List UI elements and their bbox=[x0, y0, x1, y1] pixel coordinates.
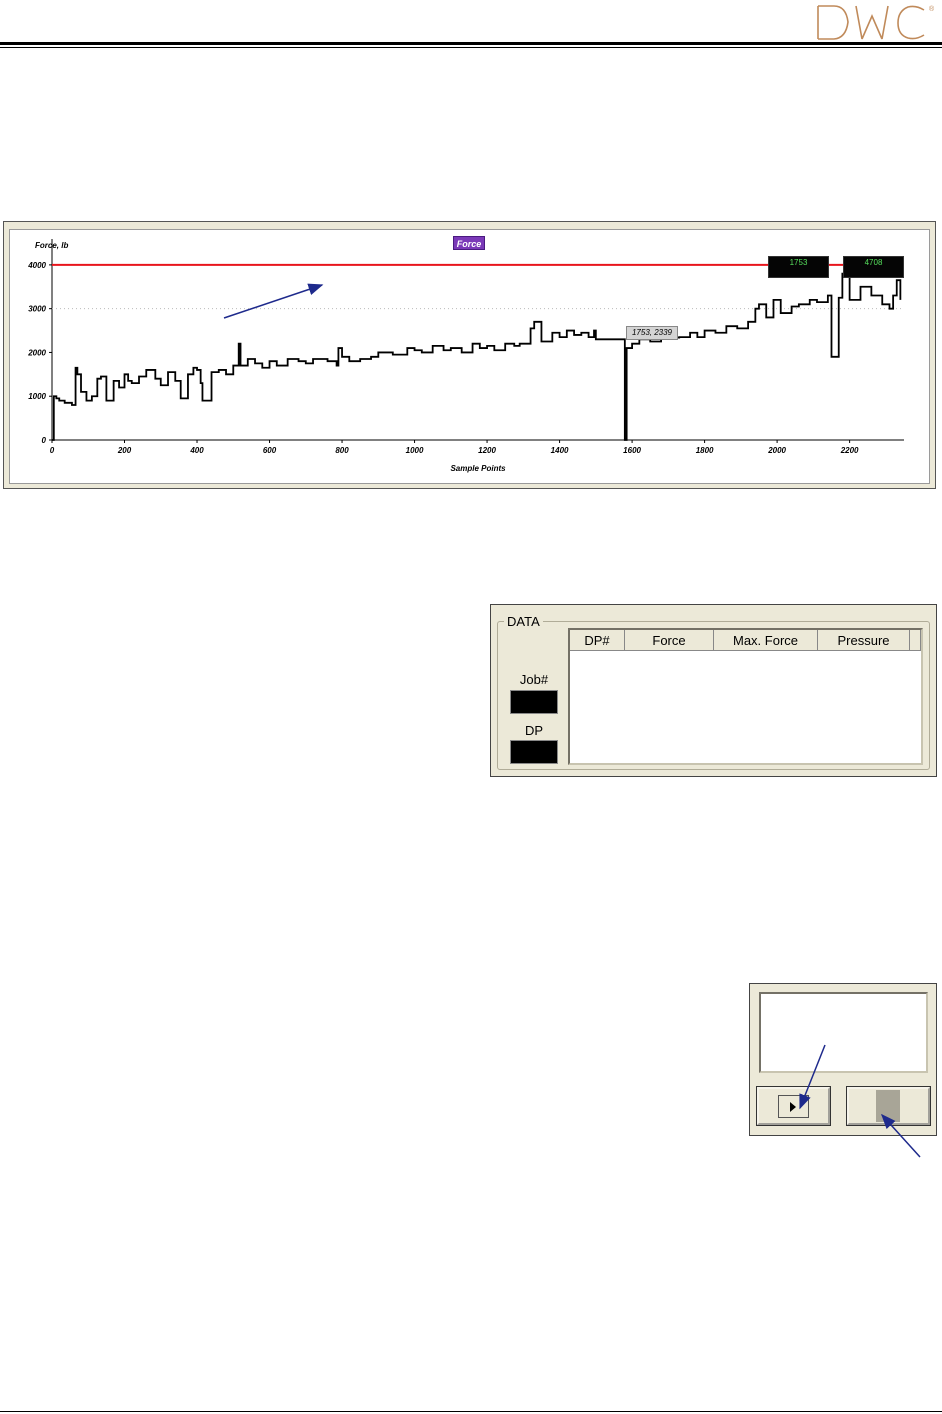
x-tick-label: 600 bbox=[263, 446, 277, 455]
dci-logo: ® bbox=[817, 5, 935, 40]
drill-pipe-display bbox=[510, 740, 558, 764]
x-tick-label: 0 bbox=[50, 446, 55, 455]
x-tick-label: 800 bbox=[335, 446, 349, 455]
data-groupbox-title: DATA bbox=[504, 614, 543, 629]
column-header-force[interactable]: Force bbox=[625, 630, 714, 651]
force-legend-badge[interactable]: Force bbox=[453, 236, 485, 250]
x-tick-label: 1400 bbox=[551, 446, 569, 455]
y-tick-label: 2000 bbox=[27, 348, 46, 357]
x-tick-label: 400 bbox=[189, 446, 204, 455]
y-tick-label: 1000 bbox=[28, 392, 46, 401]
x-tick-label: 200 bbox=[117, 446, 132, 455]
header-rule-thick bbox=[0, 42, 942, 45]
column-header-max-force[interactable]: Max. Force bbox=[714, 630, 818, 651]
x-tick-label: 1200 bbox=[478, 446, 496, 455]
play-icon bbox=[790, 1102, 796, 1112]
x-tick-label: 1800 bbox=[696, 446, 714, 455]
drill-pipe-label: DP bbox=[524, 723, 544, 738]
cursor-x-readout: 1753 bbox=[768, 256, 829, 278]
column-header-filler bbox=[910, 630, 921, 651]
cursor-tooltip: 1753, 2339 bbox=[626, 326, 678, 340]
y-tick-label: 3000 bbox=[28, 305, 46, 314]
x-axis-title: Sample Points bbox=[450, 464, 506, 473]
y-tick-label: 0 bbox=[42, 436, 47, 445]
x-tick-label: 2200 bbox=[840, 446, 859, 455]
y-tick-label: 4000 bbox=[27, 261, 46, 270]
header-rule-thin bbox=[0, 47, 942, 48]
max-force-readout: 4708 bbox=[843, 256, 904, 278]
footer-rule bbox=[0, 1411, 942, 1412]
x-tick-label: 2000 bbox=[767, 446, 786, 455]
force-series-line bbox=[52, 272, 902, 441]
y-axis-title: Force, lb bbox=[35, 241, 68, 250]
svg-text:®: ® bbox=[929, 5, 935, 13]
column-header-pressure[interactable]: Pressure bbox=[818, 630, 910, 651]
column-header-dp[interactable]: DP# bbox=[570, 630, 625, 651]
x-tick-label: 1600 bbox=[623, 446, 641, 455]
job-number-label: Job# bbox=[519, 672, 549, 687]
stop-icon bbox=[876, 1090, 900, 1122]
playback-text-box[interactable] bbox=[759, 992, 928, 1073]
job-number-display bbox=[510, 690, 558, 714]
x-tick-label: 1000 bbox=[406, 446, 424, 455]
